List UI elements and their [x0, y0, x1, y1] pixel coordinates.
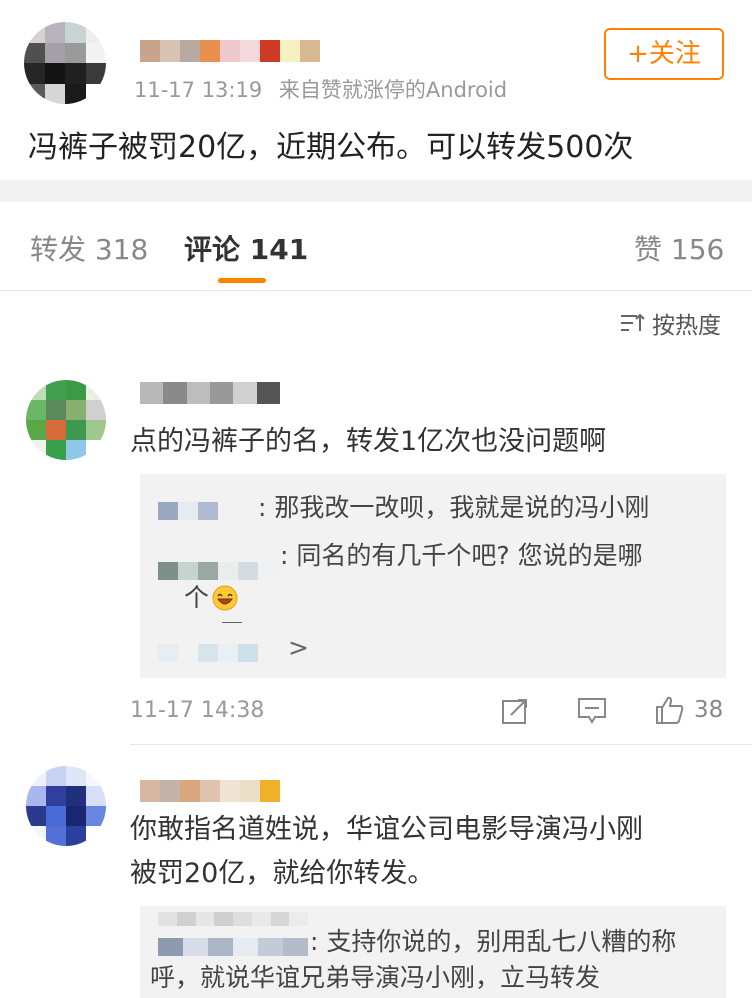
post-header: 11-17 13:19 来自赞就涨停的Android +关注 冯裤子被罚20亿，…	[0, 0, 752, 180]
comment-icon[interactable]	[576, 696, 608, 726]
commenter-name-redacted[interactable]	[140, 780, 280, 802]
share-icon[interactable]	[500, 696, 530, 726]
avatar[interactable]	[26, 766, 106, 846]
commenter-name-redacted[interactable]	[140, 382, 280, 404]
post-time: 11-17 13:19	[134, 78, 263, 102]
reply-text: : 同名的有几千个吧? 您说的是哪	[280, 541, 643, 570]
like-count: 38	[694, 697, 724, 723]
username-redacted[interactable]	[140, 40, 320, 62]
sort-label: 按热度	[652, 313, 721, 339]
more-replies-arrow[interactable]: >	[288, 628, 309, 668]
follow-button[interactable]: +关注	[604, 28, 724, 80]
comment-time: 11-17 14:38	[130, 698, 265, 723]
grin-emoji-icon	[212, 585, 238, 611]
more-replies-redacted[interactable]	[158, 644, 278, 662]
reply-text: : 那我改一改呗，我就是说的冯小刚	[258, 493, 650, 522]
tab-comments[interactable]: 评论 141	[184, 228, 308, 268]
comment-text: 点的冯裤子的名，转发1亿次也没问题啊	[130, 426, 607, 457]
comment-divider	[130, 744, 752, 745]
reply-text-continued: 呼，就说华谊兄弟导演冯小刚，立马转发	[150, 963, 601, 992]
reply-box[interactable]: : 那我改一改呗，我就是说的冯小刚 : 同名的有几千个吧? 您说的是哪 个 >	[140, 474, 726, 678]
replier-name-redacted[interactable]	[158, 938, 308, 956]
divider-dash	[222, 622, 242, 623]
reply-text-continued: 个	[184, 583, 210, 612]
like-control[interactable]: 38	[654, 694, 723, 726]
avatar[interactable]	[26, 380, 106, 460]
comment-text-continued: 被罚20亿，就给你转发。	[130, 858, 435, 889]
reply-text: : 支持你说的，别用乱七八糟的称	[310, 927, 677, 956]
tab-repost[interactable]: 转发 318	[30, 228, 148, 268]
comment-text: 你敢指名道姓说，华谊公司电影导演冯小刚	[130, 814, 643, 845]
avatar[interactable]	[24, 22, 106, 104]
tab-bar: 转发 318 评论 141 赞 156	[0, 202, 752, 291]
sort-control[interactable]: 按热度	[620, 306, 721, 340]
section-divider	[0, 180, 752, 202]
replier-name-redacted[interactable]	[158, 502, 238, 520]
sort-icon	[621, 313, 645, 331]
post-source: 来自赞就涨停的Android	[278, 78, 508, 102]
post-text: 冯裤子被罚20亿，近期公布。可以转发500次	[28, 130, 634, 165]
reply-box[interactable]: : 支持你说的，别用乱七八糟的称 呼，就说华谊兄弟导演冯小刚，立马转发	[140, 906, 726, 998]
active-tab-indicator	[218, 278, 266, 283]
tab-likes[interactable]: 赞 156	[634, 228, 724, 268]
thumb-up-icon	[656, 696, 684, 724]
replier-name-redacted[interactable]	[158, 912, 308, 926]
